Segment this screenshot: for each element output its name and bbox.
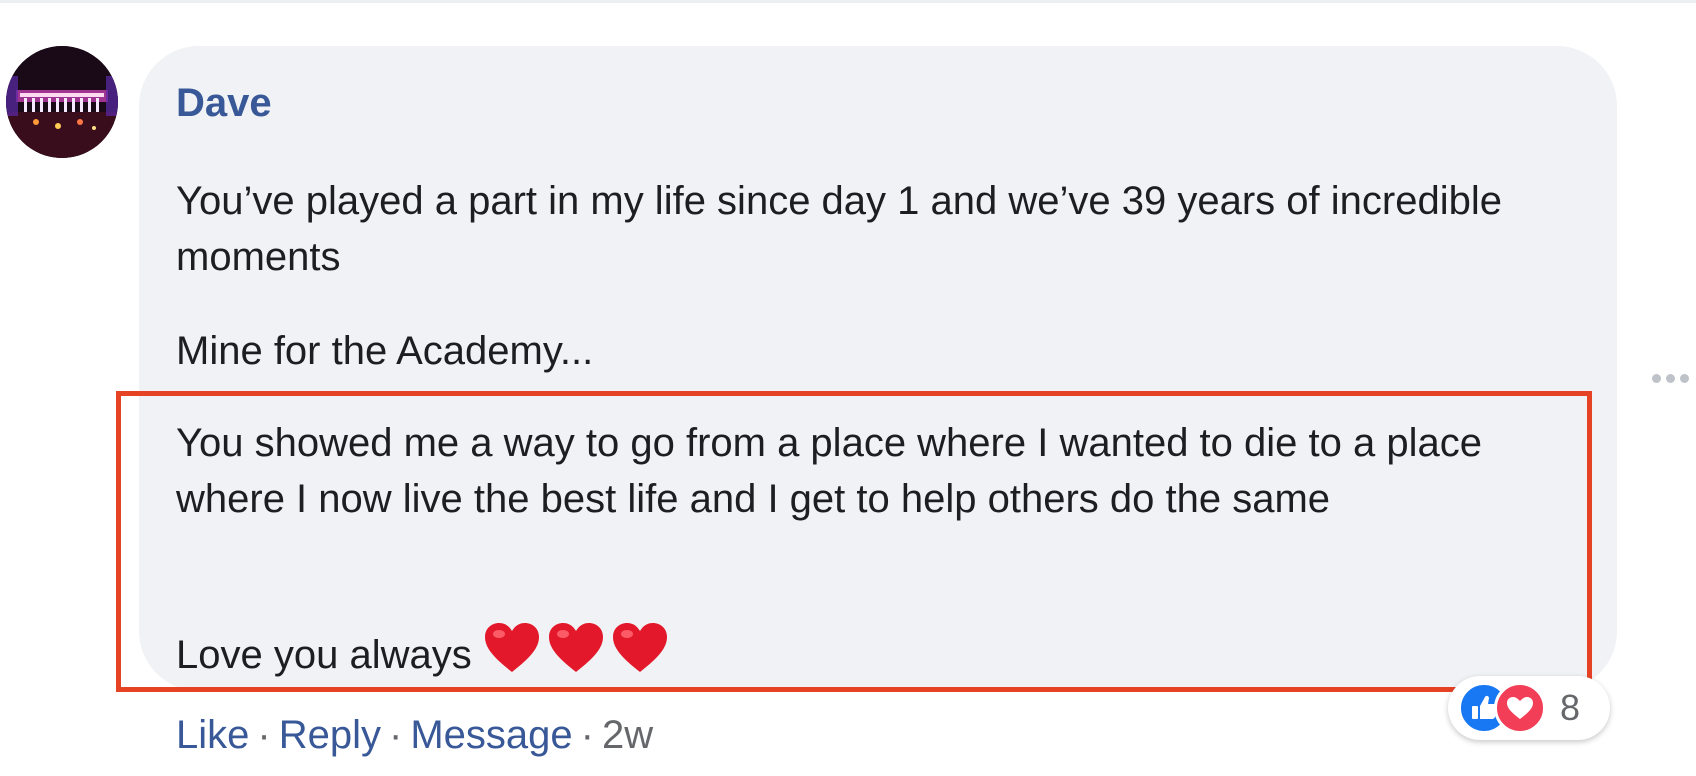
reaction-count: 8 [1560, 687, 1581, 728]
action-separator: · [388, 713, 403, 757]
highlight-box [116, 391, 1592, 692]
like-link[interactable]: Like [176, 713, 249, 757]
reactions-summary[interactable]: 8 [1448, 676, 1610, 740]
avatar[interactable] [6, 46, 118, 158]
comment-paragraph-2: Mine for the Academy... [176, 329, 594, 373]
reply-link[interactable]: Reply [279, 713, 381, 757]
more-options-icon[interactable] [1652, 374, 1689, 383]
avatar-stage-image [6, 46, 118, 158]
comment-paragraph-1: You’ve played a part in my life since da… [176, 179, 1502, 279]
top-divider [0, 0, 1696, 3]
action-separator: · [257, 713, 271, 757]
comment-author[interactable]: Dave [176, 78, 272, 128]
comment-timestamp[interactable]: 2w [602, 713, 653, 757]
action-separator: · [580, 713, 594, 757]
love-icon [1494, 682, 1546, 734]
message-link[interactable]: Message [410, 713, 572, 757]
comment-actions: Like · Reply · Message · 2w [176, 707, 653, 763]
